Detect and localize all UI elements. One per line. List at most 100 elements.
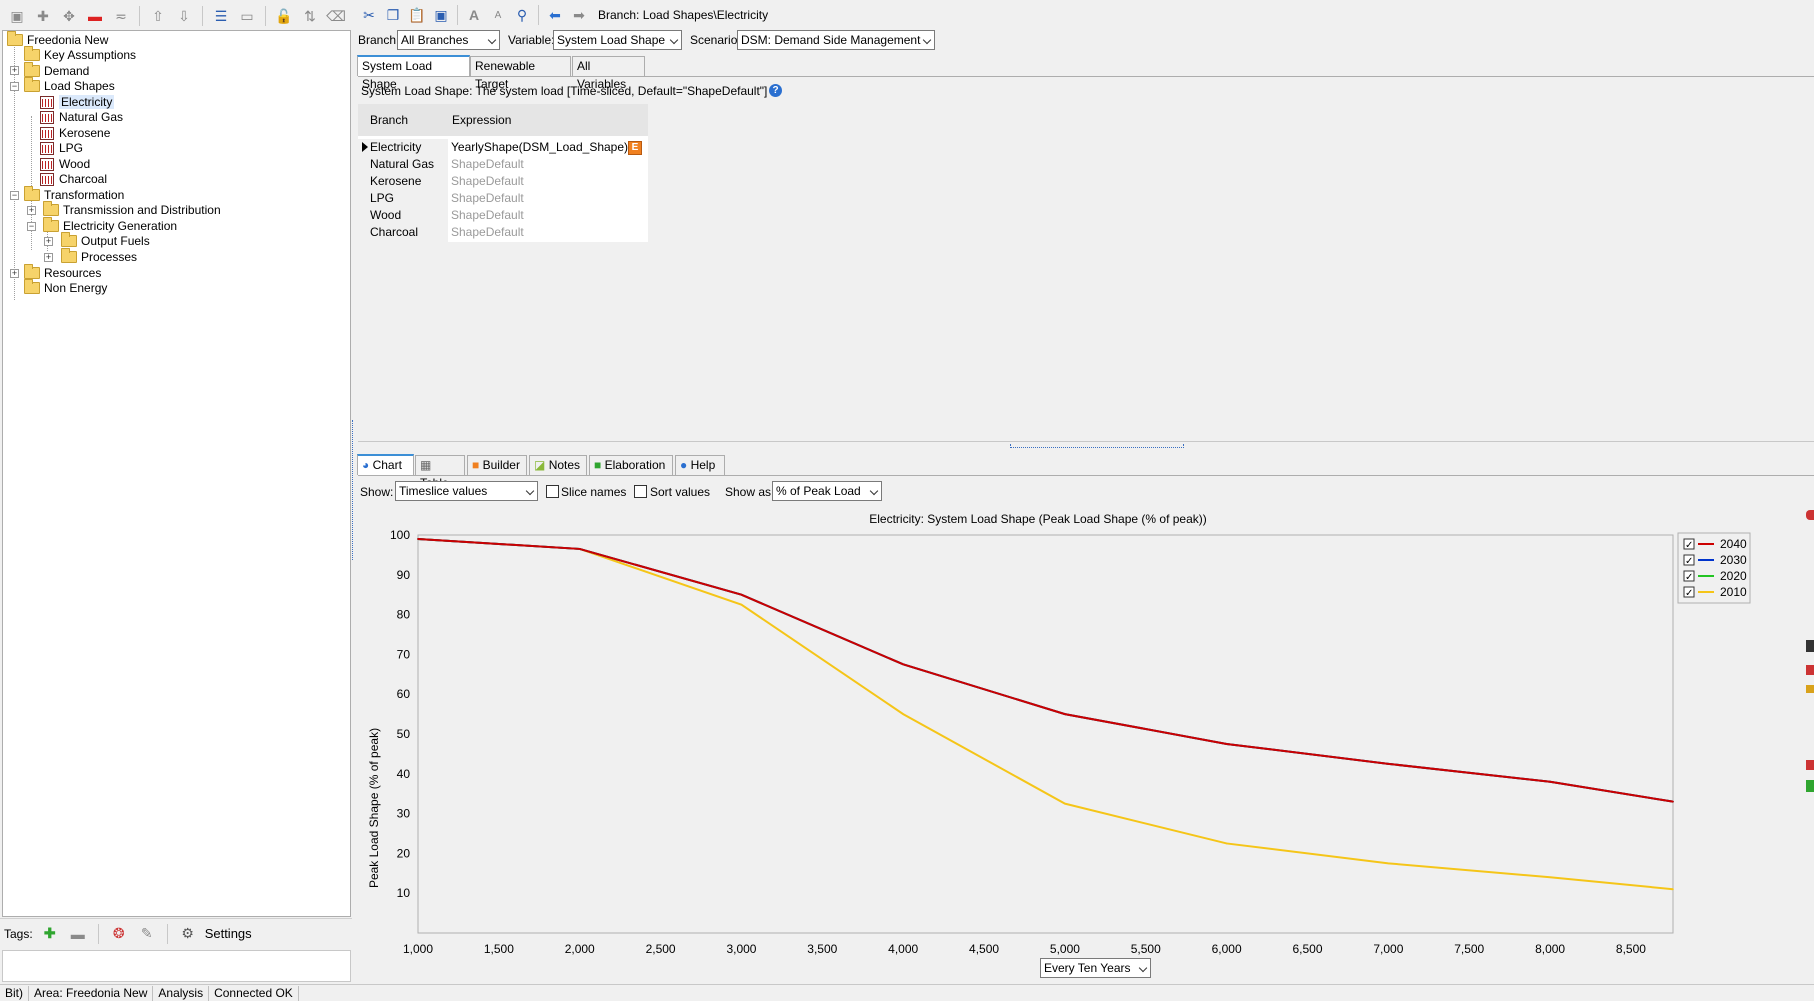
font-smaller-icon[interactable]: A	[487, 4, 509, 26]
eraser-icon[interactable]: ⌫	[325, 5, 347, 27]
vertical-splitter[interactable]	[352, 420, 355, 560]
series-line-2040	[417, 537, 1674, 803]
tag-colors-icon[interactable]: ❂	[108, 923, 130, 945]
load-shape-chart: Electricity: System Load Shape (Peak Loa…	[367, 512, 1751, 956]
tree-item-label: Freedonia New	[27, 33, 109, 47]
tab-chart[interactable]: ◕ Chart	[357, 454, 414, 475]
grid-cell-branch[interactable]: Natural Gas	[370, 156, 434, 173]
grid-cell-branch[interactable]: Charcoal	[370, 224, 418, 241]
variable-label: Variable:	[508, 33, 555, 47]
tab-table[interactable]: ▦ Table	[415, 455, 465, 490]
add-multiple-icon[interactable]: ✥	[58, 5, 80, 27]
settings-icon[interactable]: ⚙	[177, 923, 199, 945]
branch-select[interactable]: All Branches	[397, 30, 500, 50]
move-down-icon[interactable]: ⇩	[173, 5, 195, 27]
grid-cell-expression[interactable]: ShapeDefault	[451, 224, 524, 241]
outline-icon[interactable]: ☰	[210, 5, 232, 27]
collapse-icon[interactable]: −	[10, 191, 19, 200]
grid-cell-expression[interactable]: YearlyShape(DSM_Load_Shape)	[451, 139, 628, 156]
remove-tag-icon[interactable]: ▬	[67, 923, 89, 945]
expand-icon[interactable]: +	[44, 253, 53, 262]
expand-icon[interactable]: +	[44, 237, 53, 246]
data-point-2040	[1225, 743, 1228, 745]
tags-list[interactable]	[2, 950, 351, 982]
copy-icon[interactable]: ❐	[382, 4, 404, 26]
save-icon[interactable]: ▣	[430, 4, 452, 26]
tab-all-variables[interactable]: All Variables	[572, 56, 645, 91]
forward-arrow-icon[interactable]: ➡	[568, 4, 590, 26]
tab-notes[interactable]: ◪ Notes	[529, 455, 587, 475]
scenario-select[interactable]: DSM: Demand Side Management	[737, 30, 935, 50]
add-tag-icon[interactable]: ✚	[39, 923, 61, 945]
variable-select[interactable]: System Load Shape	[553, 30, 682, 50]
horizontal-splitter[interactable]	[1010, 444, 1184, 448]
expand-icon[interactable]: +	[10, 66, 19, 75]
expand-icon[interactable]: +	[27, 206, 36, 215]
tab-elaboration[interactable]: ■ Elaboration	[589, 455, 673, 475]
show-as-select[interactable]: % of Peak Load	[772, 481, 882, 501]
grid-cell-branch[interactable]: LPG	[370, 190, 394, 207]
export-icon[interactable]	[1806, 760, 1814, 770]
x-tick-label: 3,000	[726, 942, 756, 956]
series-line-2030	[417, 537, 1674, 803]
tab-system-load-shape[interactable]: System Load Shape	[357, 55, 470, 91]
table-icon: ▦	[420, 458, 432, 472]
delete-icon[interactable]: ▬	[84, 5, 106, 27]
main-toolbar: ✂ ❐ 📋 ▣ A A ⚲ ⬅ ➡ Branch: Load Shapes\El…	[358, 2, 1814, 28]
excel-icon[interactable]	[1806, 780, 1814, 792]
branch-tree: Freedonia New Key Assumptions + Demand −…	[2, 30, 351, 917]
show-select-value: Timeslice values	[399, 484, 488, 498]
grid-cell-expression[interactable]: ShapeDefault	[451, 156, 524, 173]
settings-button[interactable]: Settings	[205, 926, 252, 941]
tab-help[interactable]: ● Help	[675, 455, 725, 475]
grid-cell-branch[interactable]: Wood	[370, 207, 401, 224]
y-tick-label: 60	[397, 687, 411, 701]
grid-icon[interactable]	[1806, 665, 1814, 675]
help-icon[interactable]: ?	[769, 84, 782, 97]
tab-renewable-target[interactable]: Renewable Target	[470, 56, 571, 91]
status-area: Area: Freedonia New	[29, 985, 154, 1001]
check-icon: ✓	[1685, 556, 1693, 567]
move-up-icon[interactable]: ⇧	[147, 5, 169, 27]
find-icon[interactable]: ⚲	[511, 4, 533, 26]
grid-cell-branch[interactable]: Kerosene	[370, 173, 421, 190]
check-icon: ✓	[1685, 540, 1693, 551]
column-header-branch[interactable]: Branch	[358, 104, 448, 136]
expand-icon[interactable]: +	[10, 269, 19, 278]
period-select[interactable]: Every Ten Years	[1040, 958, 1151, 978]
chart-type-icon[interactable]	[1806, 510, 1814, 520]
folder-icon[interactable]: ▭	[236, 5, 258, 27]
slice-names-label: Slice names	[561, 485, 627, 499]
load-shape-icon	[40, 126, 54, 140]
sort-icon[interactable]: ⇅	[299, 5, 321, 27]
collapse-icon[interactable]: −	[27, 222, 36, 231]
slice-names-checkbox[interactable]	[546, 485, 559, 498]
column-header-expression[interactable]: Expression	[440, 104, 620, 136]
show-select[interactable]: Timeslice values	[395, 481, 538, 501]
back-arrow-icon[interactable]: ⬅	[544, 4, 566, 26]
sort-values-checkbox[interactable]	[634, 485, 647, 498]
lock-icon[interactable]: 🔓	[273, 5, 295, 27]
folder-icon	[24, 279, 40, 294]
data-point-2010	[1549, 876, 1551, 879]
table-icon[interactable]	[1806, 640, 1814, 652]
current-row-arrow-icon	[362, 142, 368, 152]
grid-cell-expression[interactable]: ShapeDefault	[451, 190, 524, 207]
expression-builder-icon[interactable]: E	[628, 141, 642, 155]
grid-cell-expression[interactable]: ShapeDefault	[451, 173, 524, 190]
font-larger-icon[interactable]: A	[463, 4, 485, 26]
cut-icon[interactable]: ✂	[358, 4, 380, 26]
tree-item-non-energy[interactable]: Non Energy	[24, 279, 107, 297]
remove-icon[interactable]: ≂	[110, 5, 132, 27]
add-icon[interactable]: ✚	[32, 5, 54, 27]
new-branch-icon[interactable]: ▣	[6, 5, 28, 27]
y-tick-label: 90	[397, 568, 411, 582]
tab-builder[interactable]: ■ Builder	[467, 455, 527, 475]
scenario-label: Scenario:	[690, 33, 741, 47]
grid-cell-branch[interactable]: Electricity	[370, 139, 421, 156]
legend-icon[interactable]	[1806, 685, 1814, 693]
grid-cell-expression[interactable]: ShapeDefault	[451, 207, 524, 224]
clear-tags-icon[interactable]: ✎	[136, 923, 158, 945]
paste-icon[interactable]: 📋	[406, 4, 428, 26]
collapse-icon[interactable]: −	[10, 82, 19, 91]
